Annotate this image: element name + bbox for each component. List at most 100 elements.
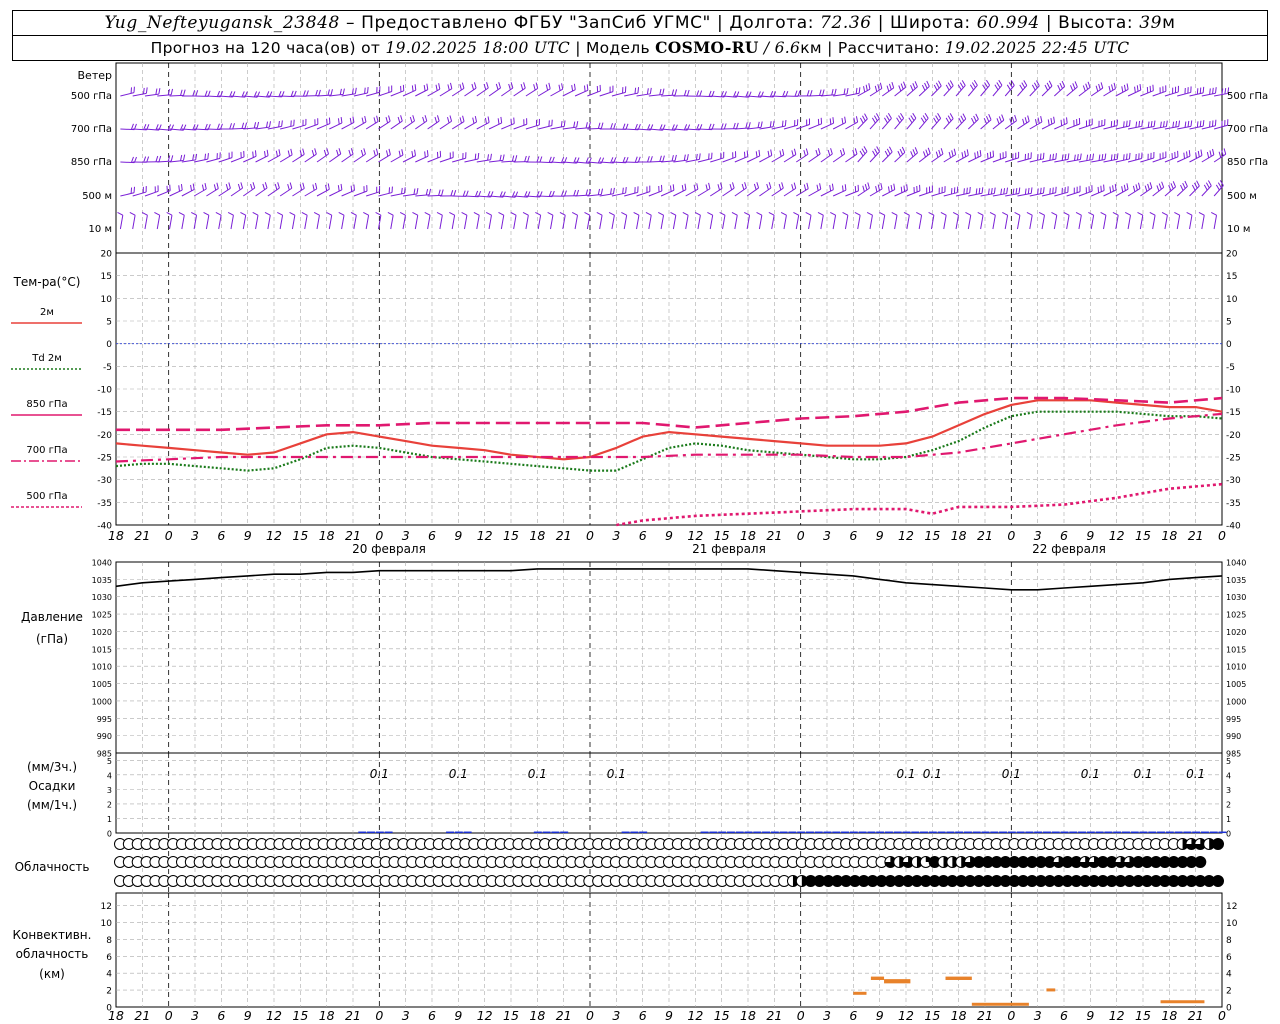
wind-barb-shaft [1201, 92, 1216, 97]
precip-bar [1165, 831, 1174, 834]
wind-barb-shaft [1164, 215, 1168, 230]
hour-tick-lower: 3 [612, 1008, 620, 1023]
wind-barb-feather [961, 80, 966, 86]
hour-tick-lower: 18 [529, 1008, 545, 1023]
hour-tick-upper: 9 [876, 528, 884, 543]
wind-barb-feather [1074, 154, 1076, 161]
wind-barb-feather [819, 89, 822, 96]
precip-bar [963, 831, 972, 834]
wind-barb-feather [829, 118, 832, 125]
wind-barb-feather [634, 87, 637, 94]
wind-barb-feather [935, 115, 940, 121]
hour-tick-upper: 6 [217, 528, 225, 543]
wind-barb-feather [350, 211, 357, 216]
wind-barb-feather [662, 88, 665, 95]
wind-barb-feather [729, 183, 733, 190]
wind-barb-shaft [1029, 215, 1033, 230]
wind-barb-feather [871, 117, 876, 124]
wind-barb-shaft [476, 121, 490, 130]
wind-barb-feather [910, 115, 915, 121]
wind-barb-feather [426, 83, 429, 90]
wind-barb-shaft [1176, 215, 1181, 230]
pressure-tick-left: 1040 [92, 559, 112, 568]
wind-barb-feather [563, 120, 566, 127]
wind-barb-shaft [1103, 125, 1118, 130]
wind-barb-shaft [538, 195, 553, 198]
wind-barb-feather [1223, 148, 1227, 155]
precip-bar [1200, 831, 1209, 834]
wind-barb-feather [435, 84, 438, 91]
wind-barb-feather [1126, 183, 1129, 190]
wind-barb-feather [1047, 119, 1050, 126]
wind-barb-feather [827, 149, 831, 156]
hour-tick-lower: 12 [266, 1008, 282, 1023]
wind-barb-feather [1040, 116, 1043, 123]
wind-barb-feather [903, 81, 907, 88]
wind-barb-feather [981, 187, 984, 194]
precip-tick-left: 5 [107, 757, 112, 766]
wind-barb-feather [829, 185, 832, 192]
wind-barb-feather [900, 186, 903, 193]
pressure-title: Давление [21, 610, 83, 624]
wind-barb-shaft [304, 153, 317, 163]
hour-tick-lower: 12 [477, 1008, 493, 1023]
wind-barb-shaft [476, 215, 480, 230]
wind-barb-feather [961, 152, 964, 159]
hour-tick-upper: 21 [134, 528, 150, 543]
legend-label-td2m: Td 2м [31, 353, 62, 364]
wind-barb-shaft [120, 128, 135, 131]
wind-barb-feather [278, 120, 280, 128]
wind-barb-shaft [501, 123, 515, 130]
hour-tick-upper: 15 [1135, 528, 1151, 543]
wind-barb-feather [1100, 82, 1104, 89]
precip-bar [1139, 831, 1148, 834]
wind-barb-feather [1191, 184, 1196, 191]
wind-barb-feather [708, 182, 711, 189]
wind-barb-feather [1123, 154, 1125, 161]
hour-tick-lower: 9 [454, 1008, 462, 1023]
hour-tick-lower: 9 [1086, 1008, 1094, 1023]
hour-tick-upper: 0 [1007, 528, 1015, 543]
wind-barb-feather [583, 85, 586, 92]
wind-barb-shaft [390, 154, 404, 163]
wind-barb-shaft [771, 154, 785, 163]
hour-tick-upper: 0 [586, 528, 594, 543]
wind-barb-feather [874, 85, 878, 92]
wind-barb-feather [1046, 82, 1051, 89]
wind-barb-shaft [415, 194, 430, 197]
wind-barb-feather [1110, 154, 1113, 161]
wind-barb-feather [401, 149, 404, 156]
wind-barb-shaft [980, 192, 995, 197]
wind-barb-feather [375, 211, 382, 216]
wind-barb-shaft [193, 215, 198, 230]
wind-barb-feather [313, 211, 320, 216]
precip-bar [955, 831, 964, 834]
wind-barb-feather [781, 182, 784, 189]
precip-bar [849, 831, 858, 834]
wind-barb-feather [1178, 120, 1181, 127]
precip-bar [1034, 831, 1043, 834]
wind-barb-feather [311, 149, 315, 156]
wind-barb-shaft [218, 157, 233, 163]
precip-tick-left: 1 [107, 815, 112, 824]
wind-barb-feather [686, 89, 690, 96]
wind-barb-feather [1161, 211, 1168, 216]
wind-barb-feather [741, 183, 745, 190]
wind-barb-feather [178, 211, 185, 216]
pressure-tick-left: 995 [97, 715, 112, 724]
wind-barb-feather [1197, 150, 1200, 157]
wind-barb-feather [459, 117, 462, 124]
conv-tick-right: 10 [1226, 919, 1238, 929]
wind-barb-feather [339, 88, 342, 95]
wind-barb-shaft [132, 92, 147, 97]
wind-barb-feather [1040, 187, 1042, 194]
wind-barb-feather [585, 189, 589, 196]
wind-barb-feather [240, 211, 246, 216]
wind-barb-feather [1034, 119, 1038, 126]
hour-tick-lower: 15 [924, 1008, 940, 1023]
wind-barb-feather [891, 211, 898, 216]
wind-barb-feather [1180, 184, 1184, 191]
wind-barb-feather [1174, 211, 1180, 216]
hour-tick-upper: 6 [849, 528, 857, 543]
wind-barb-feather [190, 184, 193, 191]
